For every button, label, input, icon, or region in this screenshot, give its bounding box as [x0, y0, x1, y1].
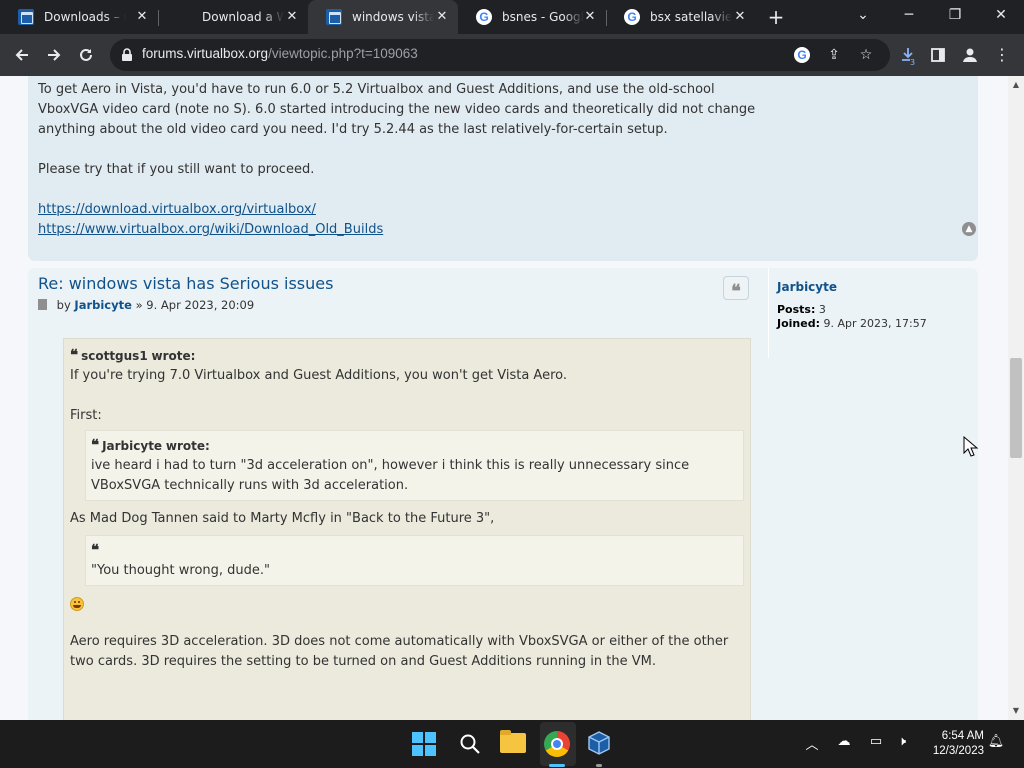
start-button[interactable]: [412, 732, 436, 756]
virtualbox-icon: [18, 9, 34, 25]
system-clock[interactable]: 6:54 AM 12/3/2023: [920, 729, 984, 759]
tab-windows-vista[interactable]: windows vista has Serious issues ✕: [308, 0, 458, 34]
windows-taskbar: ︿ ☁ ▭ 🕨 6:54 AM 12/3/2023 🔔︎: [0, 720, 1024, 768]
quote-mark-icon: ❝: [91, 436, 100, 454]
running-indicator: [596, 764, 602, 767]
mouse-cursor-icon: [963, 436, 979, 457]
back-button[interactable]: [8, 41, 36, 69]
microsoft-icon: [176, 9, 192, 25]
back-to-top-icon[interactable]: ▲: [962, 222, 976, 236]
quote-mark-icon: ❝: [91, 541, 100, 559]
close-icon[interactable]: ✕: [582, 9, 598, 25]
post-body: To get Aero in Vista, you'd have to run …: [38, 80, 758, 240]
new-tab-button[interactable]: +: [764, 5, 788, 29]
laughing-emoji-icon: [70, 597, 84, 611]
forward-button[interactable]: [40, 41, 68, 69]
restore-button[interactable]: ❐: [932, 0, 978, 34]
quote-line: Aero requires 3D acceleration. 3D does n…: [70, 634, 729, 669]
download-link[interactable]: https://download.virtualbox.org/virtualb…: [38, 202, 316, 217]
profile-button[interactable]: [956, 41, 984, 69]
tab-download-windows[interactable]: Download a Windows ✕: [158, 0, 308, 34]
minimize-button[interactable]: ─: [886, 0, 932, 34]
share-icon[interactable]: ⇪: [824, 45, 844, 65]
post-meta: by Jarbicyte » 9. Apr 2023, 20:09: [38, 298, 254, 312]
profile-joined: Joined: 9. Apr 2023, 17:57: [777, 317, 927, 330]
notifications-bell-icon[interactable]: 🔔︎: [986, 734, 1006, 749]
quote-line: As Mad Dog Tannen said to Marty Mcfly in…: [70, 511, 495, 526]
quote-line: "You thought wrong, dude.": [91, 563, 271, 578]
active-indicator: [549, 764, 565, 767]
virtualbox-icon: [326, 9, 342, 25]
tab-strip: Downloads – Oracle VM VirtualBox ✕ Downl…: [0, 0, 1024, 34]
onedrive-icon[interactable]: ☁: [834, 734, 854, 749]
close-icon[interactable]: ✕: [434, 9, 450, 25]
google-icon: G: [624, 9, 640, 25]
chrome-menu-button[interactable]: ⋮: [988, 41, 1016, 69]
post-title[interactable]: Re: windows vista has Serious issues: [38, 274, 333, 293]
volume-muted-icon[interactable]: 🕨: [892, 734, 912, 749]
tab-bsnes[interactable]: G bsnes - Google Search ✕: [458, 0, 606, 34]
close-icon[interactable]: ✕: [284, 9, 300, 25]
google-icon: G: [476, 9, 492, 25]
blockquote: ❝ scottgus1 wrote: If you're trying 7.0 V…: [63, 338, 751, 720]
network-icon[interactable]: ▭: [866, 734, 886, 749]
side-panel-button[interactable]: [924, 41, 952, 69]
tab-search-button[interactable]: ⌄: [840, 0, 886, 34]
forward-arrow-icon: [48, 49, 61, 61]
back-arrow-icon: [15, 49, 28, 61]
quote-cite: ❝ scottgus1 wrote:: [70, 346, 196, 364]
quote-icon: ❝: [731, 281, 741, 302]
quote-mark-icon: ❝: [70, 346, 79, 364]
more-vertical-icon: ⋮: [994, 45, 1010, 64]
post-date: 9. Apr 2023, 20:09: [146, 298, 255, 312]
reload-button[interactable]: [72, 41, 100, 69]
scroll-down-icon[interactable]: ▼: [1011, 706, 1021, 716]
chrome-icon[interactable]: [544, 731, 570, 757]
profile-posts: Posts: 3: [777, 303, 826, 316]
post-reply: Re: windows vista has Serious issues by …: [28, 268, 978, 720]
tab-downloads[interactable]: Downloads – Oracle VM VirtualBox ✕: [0, 0, 158, 34]
address-bar[interactable]: forums.virtualbox.org/viewtopic.php?t=10…: [110, 39, 890, 71]
show-hidden-icons-icon[interactable]: ︿: [802, 734, 822, 753]
scroll-up-icon[interactable]: ▲: [1011, 80, 1021, 90]
close-icon[interactable]: ✕: [732, 9, 748, 25]
site-info-icon[interactable]: [120, 48, 134, 62]
profile-icon: [963, 48, 977, 62]
post-icon[interactable]: [38, 299, 47, 310]
old-builds-link[interactable]: https://www.virtualbox.org/wiki/Download…: [38, 222, 383, 237]
post-previous: To get Aero in Vista, you'd have to run …: [28, 76, 978, 261]
downloads-button[interactable]: 3: [894, 41, 922, 69]
nested-blockquote: ❝ "You thought wrong, dude.": [85, 535, 744, 586]
browser-toolbar: forums.virtualbox.org/viewtopic.php?t=10…: [0, 34, 1024, 76]
post-paragraph: Please try that if you still want to pro…: [38, 162, 315, 177]
close-icon[interactable]: ✕: [134, 9, 150, 25]
reload-icon: [80, 48, 92, 61]
google-lens-icon[interactable]: G: [792, 45, 812, 65]
url-text: forums.virtualbox.org/viewtopic.php?t=10…: [142, 46, 418, 61]
quote-line: If you're trying 7.0 Virtualbox and Gues…: [70, 368, 567, 383]
scrollbar[interactable]: ▲ ▼: [1008, 76, 1024, 720]
file-explorer-icon[interactable]: [500, 730, 526, 753]
bookmark-star-icon[interactable]: ☆: [856, 45, 876, 65]
window-close-button[interactable]: ✕: [978, 0, 1024, 34]
page-viewport: To get Aero in Vista, you'd have to run …: [0, 76, 1024, 720]
quote-line: First:: [70, 408, 102, 423]
scrollbar-thumb[interactable]: [1010, 358, 1022, 458]
nested-blockquote: ❝ Jarbicyte wrote: ive heard i had to tur…: [85, 430, 744, 501]
profile-username[interactable]: Jarbicyte: [777, 280, 837, 294]
virtualbox-app-icon[interactable]: [588, 731, 610, 755]
side-panel-icon: [931, 48, 945, 62]
quote-cite: ❝ Jarbicyte wrote:: [91, 436, 210, 454]
quote-line: ive heard i had to turn "3d acceleration…: [91, 458, 690, 493]
download-count: 3: [910, 58, 916, 67]
post-paragraph: To get Aero in Vista, you'd have to run …: [38, 82, 756, 137]
post-author-link[interactable]: Jarbicyte: [74, 298, 132, 312]
post-profile: Jarbicyte Posts: 3 Joined: 9. Apr 2023, …: [768, 268, 968, 358]
quote-button[interactable]: ❝: [723, 276, 749, 302]
search-icon[interactable]: [456, 730, 484, 758]
tab-bsx-satellaview[interactable]: G bsx satellaview - Google ✕: [606, 0, 756, 34]
